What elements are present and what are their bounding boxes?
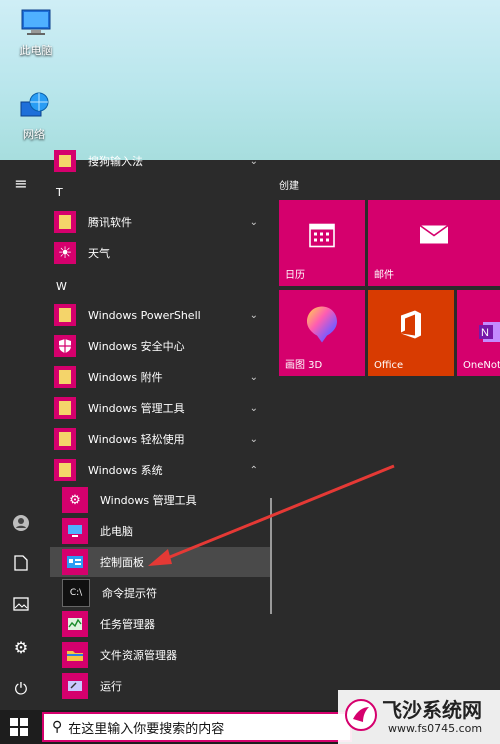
search-icon: ⚲ xyxy=(52,719,63,735)
windows-start-icon[interactable] xyxy=(10,718,28,736)
watermark: 飞沙系统网 www.fs0745.com xyxy=(338,690,500,744)
search-input[interactable]: 在这里输入你要搜索的内容 xyxy=(68,718,224,737)
watermark-url: www.fs0745.com xyxy=(388,722,483,735)
watermark-logo xyxy=(344,698,378,736)
watermark-title: 飞沙系统网 xyxy=(382,698,482,722)
search-box[interactable]: ⚲ 在这里输入你要搜索的内容 xyxy=(42,712,352,742)
annotation-arrow xyxy=(148,464,395,566)
